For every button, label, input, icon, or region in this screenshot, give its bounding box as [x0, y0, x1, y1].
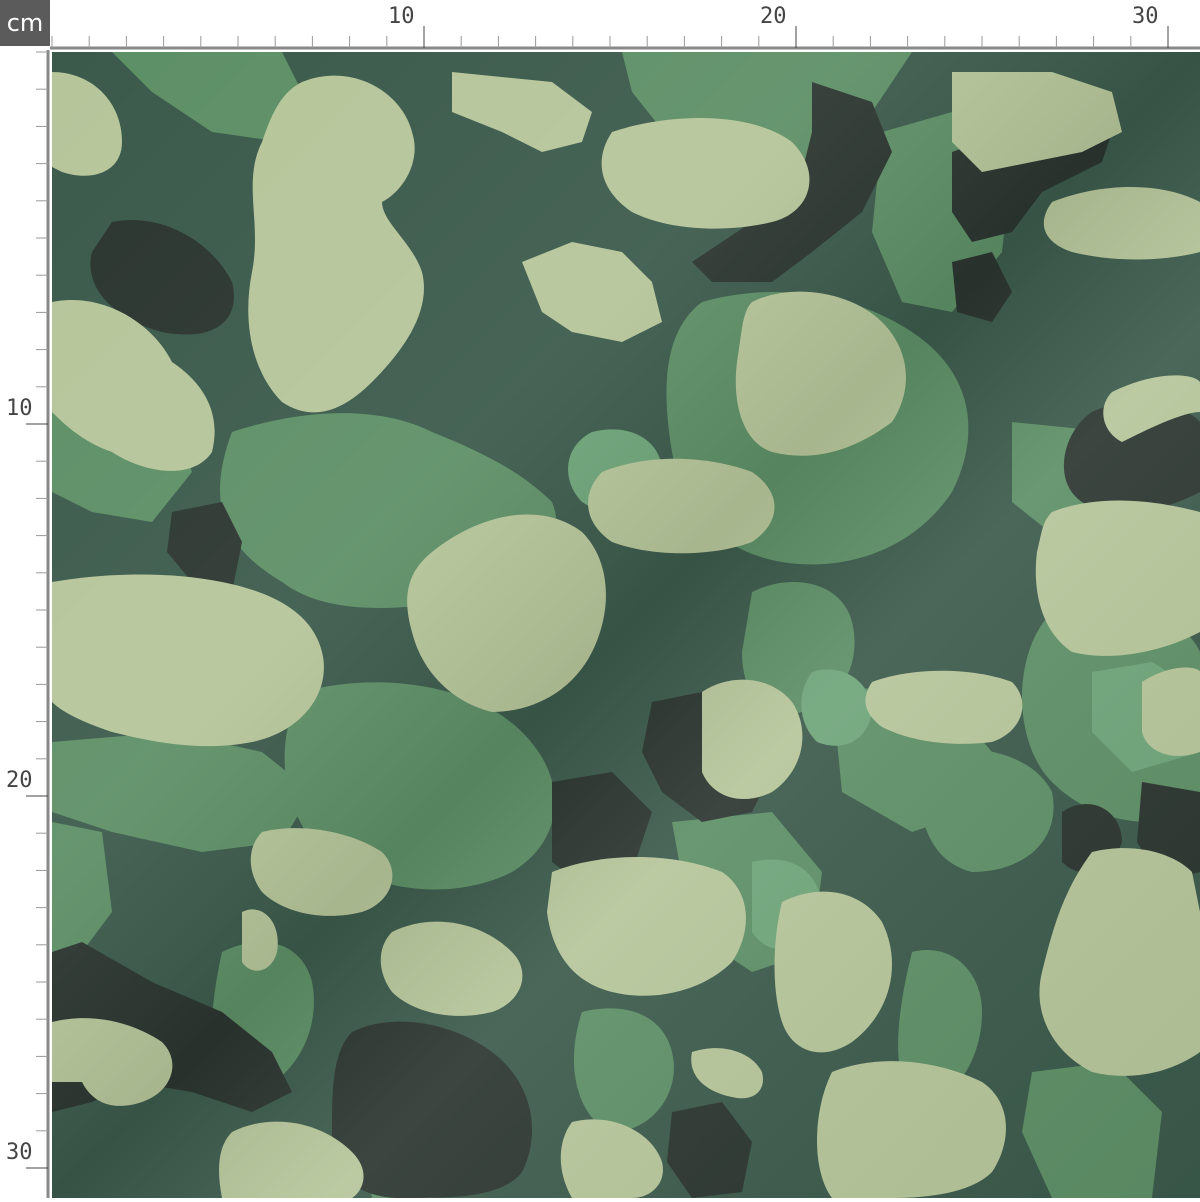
left-ruler-label-10: 10 — [6, 396, 33, 421]
camouflage-pattern — [52, 52, 1200, 1198]
left-ruler: 10 20 30 — [0, 50, 50, 1198]
top-ruler-ticks — [50, 26, 1200, 50]
unit-label: cm — [6, 9, 44, 37]
left-ruler-label-20: 20 — [6, 768, 33, 793]
top-ruler-label-30: 30 — [1132, 4, 1159, 29]
left-ruler-ticks — [26, 50, 50, 1198]
fabric-sheen — [52, 52, 1200, 1198]
top-ruler: 10 20 30 — [50, 0, 1200, 50]
camouflage-fabric-swatch — [52, 52, 1200, 1198]
left-ruler-label-30: 30 — [6, 1140, 33, 1165]
unit-badge: cm — [0, 0, 50, 46]
top-ruler-label-10: 10 — [388, 4, 415, 29]
top-ruler-label-20: 20 — [760, 4, 787, 29]
